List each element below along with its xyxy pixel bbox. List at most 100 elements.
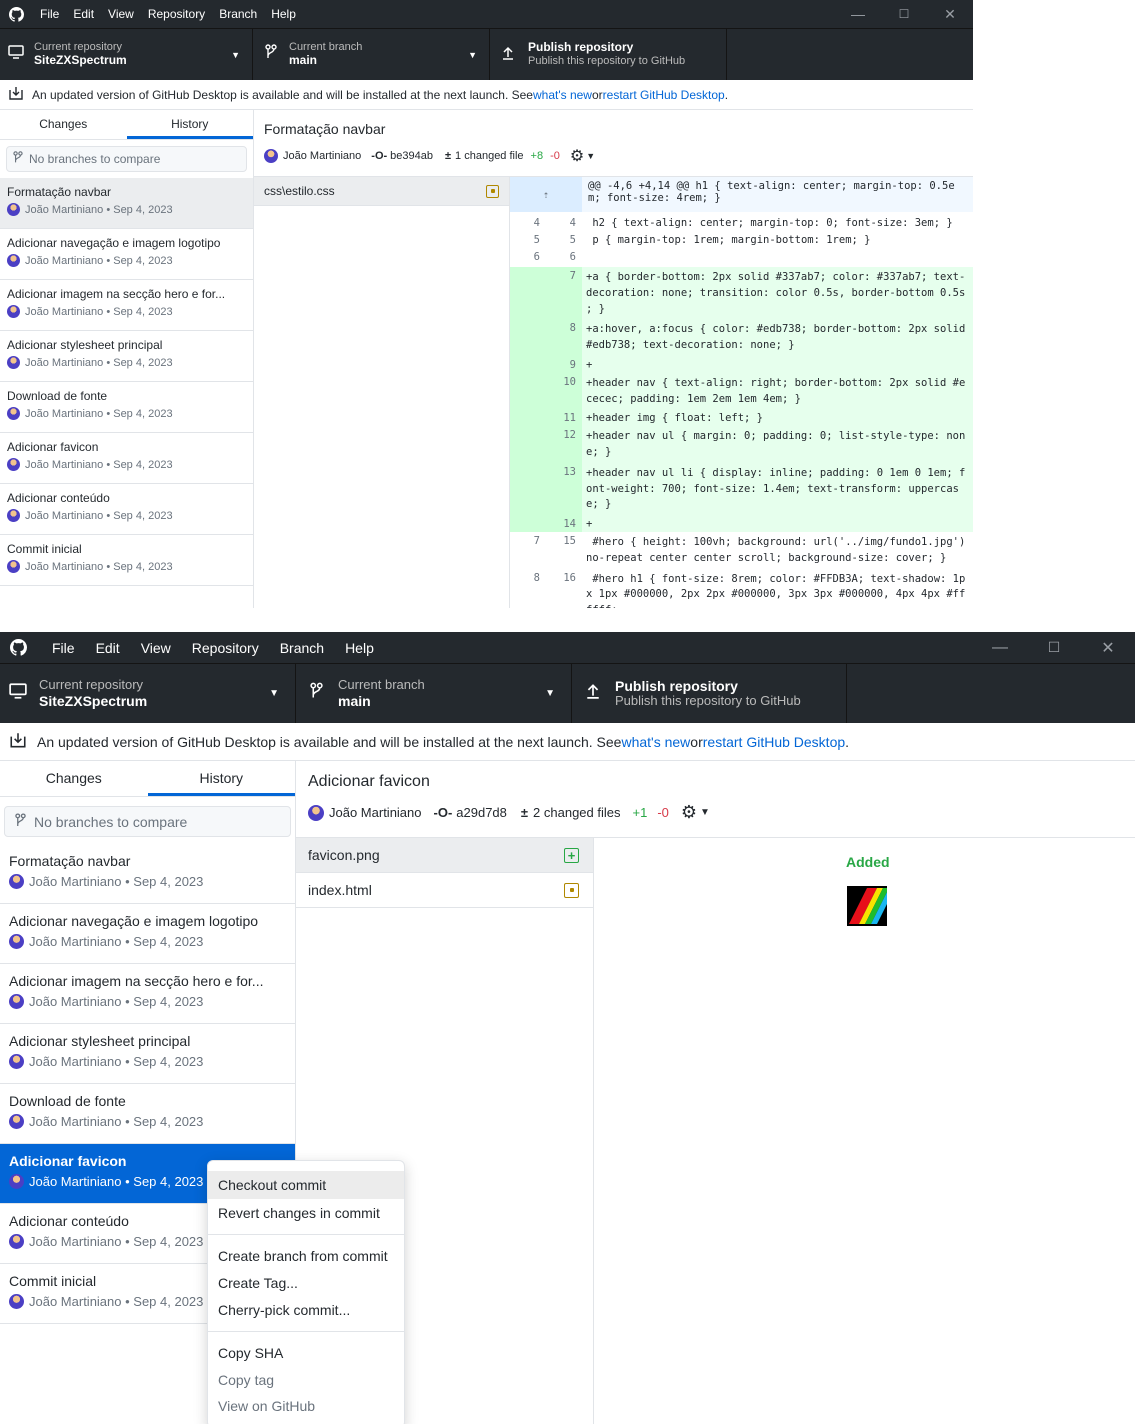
close-icon[interactable]: ✕ [927,0,973,28]
commit-list-item[interactable]: Download de fonte João Martiniano • Sep 4… [0,1084,295,1144]
maximize-icon[interactable]: ☐ [881,0,927,28]
image-preview: Added [594,838,1135,1424]
avatar [9,1234,24,1249]
avatar [308,804,324,821]
commit-list-item[interactable]: Formatação navbar João Martiniano • Sep 4… [0,844,295,904]
commit-list-item[interactable]: Adicionar navegação e imagem logotipo Joã… [0,229,253,280]
commit-sha-icon: -O- [433,805,453,820]
commit-title: Formatação navbar [9,853,131,869]
commit-list-item[interactable]: Adicionar conteúdo João Martiniano • Sep … [0,484,253,535]
menu-item-revert-changes[interactable]: Revert changes in commit [208,1199,404,1227]
changed-file-item[interactable]: favicon.png + [296,838,593,873]
diff-hunk-header: ⇡ @@ -4,6 +4,14 @@ h1 { text-align: cente… [510,177,973,212]
tab-changes[interactable]: Changes [0,761,148,796]
commit-author: João Martiniano [329,805,422,820]
new-line-number: 4 [569,217,576,229]
menu-view[interactable]: View [141,640,171,656]
current-branch-button[interactable]: Current branch main ▼ [253,29,490,80]
menu-item-create-tag[interactable]: Create Tag... [208,1270,404,1296]
banner-or: or [690,733,703,750]
restart-link[interactable]: restart GitHub Desktop [703,734,845,750]
changed-file-item[interactable]: index.html [296,873,593,908]
current-repository-button[interactable]: Current repository SiteZXSpectrum ▼ [0,664,296,723]
restart-link[interactable]: restart GitHub Desktop [603,88,725,102]
avatar [7,509,20,522]
new-line-number: 7 [546,267,582,320]
diff-line-text: +header nav ul { margin: 0; padding: 0; … [586,430,966,458]
update-banner: An updated version of GitHub Desktop is … [0,80,973,110]
commit-list-item[interactable]: Adicionar stylesheet principal João Marti… [0,331,253,382]
menu-item-copy-sha[interactable]: Copy SHA [208,1339,404,1367]
compare-placeholder: No branches to compare [34,813,188,830]
whats-new-link[interactable]: what's new [621,734,690,750]
menu-file[interactable]: File [40,7,59,21]
commit-meta: João Martiniano • Sep 4, 2023 [25,254,173,267]
menu-view[interactable]: View [108,7,134,21]
commit-title: Commit inicial [7,542,82,556]
changed-file-item[interactable]: css\estilo.css [254,177,509,206]
close-icon[interactable]: ✕ [1081,632,1135,663]
diff-line-text: +header img { float: left; } [586,412,764,425]
menu-file[interactable]: File [52,640,75,656]
menu-edit[interactable]: Edit [96,640,120,656]
commit-meta: João Martiniano • Sep 4, 2023 [29,874,204,889]
window-bottom: File Edit View Repository Branch Help — … [0,632,1135,1424]
menu-help[interactable]: Help [271,7,296,21]
avatar [9,994,24,1009]
menu-item-checkout-commit[interactable]: Checkout commit [208,1171,404,1199]
menu-repository[interactable]: Repository [148,7,205,21]
toolbar: Current repository SiteZXSpectrum ▼ Curre… [0,663,1135,723]
commit-list-item[interactable]: Commit inicial João Martiniano • Sep 4, 2… [0,535,253,586]
menu-item-cherry-pick[interactable]: Cherry-pick commit... [208,1296,404,1324]
diff-line: 66 [510,248,973,267]
commit-details: Adicionar favicon João Martiniano -O- a2… [296,761,1135,1424]
caret-down-icon[interactable]: ▼ [586,151,595,161]
branch-compare-input[interactable]: No branches to compare [4,806,291,837]
diff-line-text: #hero h1 { font-size: 8rem; color: #FFDB… [586,572,966,609]
lines-added: +8 [530,150,544,162]
caret-down-icon[interactable]: ▼ [700,807,710,818]
menu-branch[interactable]: Branch [219,7,257,21]
menu-branch[interactable]: Branch [280,640,324,656]
gear-icon[interactable]: ⚙ [570,146,584,166]
commit-list-item[interactable]: Formatação navbar João Martiniano • Sep 4… [0,178,253,229]
branch-compare-input[interactable]: No branches to compare [6,146,247,172]
menu-item-create-branch[interactable]: Create branch from commit [208,1242,404,1270]
gear-icon[interactable]: ⚙ [681,802,697,823]
current-repository-value: SiteZXSpectrum [39,692,148,709]
changed-files-list: css\estilo.css [254,177,510,608]
minimize-icon[interactable]: — [973,632,1027,663]
download-icon [9,732,27,752]
diff-line-text: +header nav ul li { display: inline; pad… [586,466,966,511]
commit-meta: João Martiniano • Sep 4, 2023 [25,407,173,420]
maximize-icon[interactable]: ☐ [1027,632,1081,663]
menu-help[interactable]: Help [345,640,374,656]
menu-repository[interactable]: Repository [192,640,259,656]
commit-list-item[interactable]: Adicionar imagem na secção hero e for...… [0,280,253,331]
banner-text: An updated version of GitHub Desktop is … [37,733,622,750]
diff-line-text: + [586,518,593,530]
commit-list-item[interactable]: Download de fonte João Martiniano • Sep 4… [0,382,253,433]
commit-list-item[interactable]: Adicionar favicon João Martiniano • Sep 4… [0,433,253,484]
publish-repository-button[interactable]: Publish repository Publish this repositor… [572,664,847,723]
publish-repository-button[interactable]: Publish repository Publish this repositor… [490,29,727,80]
diff-line-added: 7 +a { border-bottom: 2px solid #337ab7; … [510,267,973,320]
minimize-icon[interactable]: — [835,0,881,28]
commit-title: Adicionar stylesheet principal [7,338,163,352]
commit-list-item[interactable]: Adicionar navegação e imagem logotipo Joã… [0,904,295,964]
commit-list-item[interactable]: Adicionar stylesheet principal João Marti… [0,1024,295,1084]
commit-list-item[interactable]: Adicionar imagem na secção hero e for...… [0,964,295,1024]
menu-edit[interactable]: Edit [73,7,94,21]
commit-title: Adicionar imagem na secção hero e for... [7,287,226,301]
current-branch-button[interactable]: Current branch main ▼ [296,664,572,723]
old-line-number [510,319,546,356]
expand-hunk-icon[interactable]: ⇡ [510,177,582,212]
tab-changes[interactable]: Changes [0,110,127,139]
whats-new-link[interactable]: what's new [533,88,592,102]
commit-title: Adicionar conteúdo [7,491,110,505]
tab-history[interactable]: History [147,761,295,796]
tab-history[interactable]: History [126,110,253,139]
avatar [9,1294,24,1309]
current-repository-button[interactable]: Current repository SiteZXSpectrum ▼ [0,29,253,80]
diff-line-text: h2 { text-align: center; margin-top: 0; … [586,217,953,229]
